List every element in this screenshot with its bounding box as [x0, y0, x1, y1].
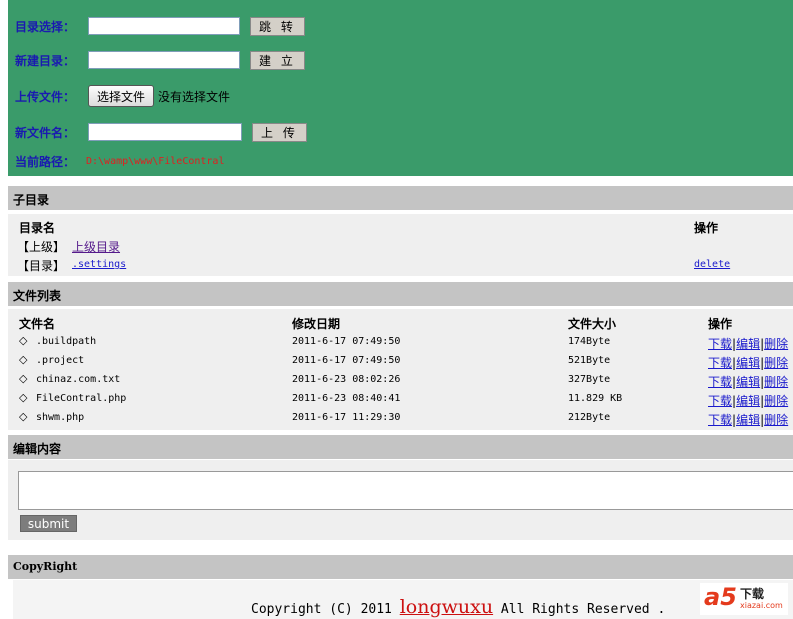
submit-button[interactable]: submit [20, 515, 77, 532]
subdir-header: 子目录 [8, 186, 793, 210]
file-list-header: 文件列表 [8, 282, 793, 306]
delete-file-link[interactable]: 删除 [764, 356, 788, 370]
upload-row: 上传文件： 选择文件 没有选择文件 [15, 85, 230, 107]
file-name: .project [36, 355, 85, 366]
site-logo: a5 下载 xiazai.com [700, 583, 788, 615]
file-bullet-icon: ◇ [19, 372, 28, 385]
dir-select-input[interactable] [88, 17, 240, 35]
new-dir-label: 新建目录： [15, 53, 76, 68]
subdir-heading: 子目录 [13, 193, 50, 207]
file-size: 212Byte [568, 412, 611, 423]
file-actions: 下载|编辑|删除 [708, 411, 788, 428]
copyright-heading: CopyRight [13, 560, 78, 573]
file-date: 2011-6-17 07:49:50 [292, 336, 401, 347]
edit-link[interactable]: 编辑 [736, 375, 760, 389]
file-actions: 下载|编辑|删除 [708, 354, 788, 371]
copyright-line: Copyright (C) 2011 longwuxu All Rights R… [251, 596, 665, 618]
new-filename-row: 新文件名： 上 传 [15, 121, 307, 143]
dir-select-row: 目录选择： 跳 转 [15, 15, 305, 37]
current-path-value: D:\wamp\www\FileContral [86, 155, 225, 167]
file-date: 2011-6-23 08:02:26 [292, 374, 401, 385]
edit-link[interactable]: 编辑 [736, 337, 760, 351]
parent-dir-link[interactable]: 上级目录 [72, 238, 120, 255]
subdir-tag: 【上级】 [17, 240, 66, 254]
no-file-text: 没有选择文件 [158, 89, 231, 104]
new-filename-input[interactable] [88, 123, 242, 141]
delete-file-link[interactable]: 删除 [764, 375, 788, 389]
editor-heading: 编辑内容 [13, 442, 62, 456]
download-link[interactable]: 下载 [708, 394, 732, 408]
download-link[interactable]: 下载 [708, 356, 732, 370]
file-actions: 下载|编辑|删除 [708, 392, 788, 409]
delete-dir-link[interactable]: delete [694, 259, 730, 270]
new-dir-row: 新建目录： 建 立 [15, 49, 305, 71]
subdir-tag: 【目录】 [17, 259, 66, 273]
delete-file-link[interactable]: 删除 [764, 394, 788, 408]
delete-file-link[interactable]: 删除 [764, 413, 788, 427]
new-dir-input[interactable] [88, 51, 240, 69]
delete-file-link[interactable]: 删除 [764, 337, 788, 351]
file-size: 11.829 KB [568, 393, 623, 404]
file-name: shwm.php [36, 412, 85, 423]
file-bullet-icon: ◇ [19, 353, 28, 366]
copyright-suffix: All Rights Reserved . [493, 602, 666, 617]
logo-text: 下载 [740, 587, 765, 601]
copyright-prefix: Copyright (C) 2011 [251, 602, 400, 617]
file-col-op: 操作 [708, 317, 733, 331]
copyright-header: CopyRight [8, 555, 793, 579]
file-col-size: 文件大小 [568, 317, 617, 331]
choose-file-button[interactable]: 选择文件 [88, 85, 155, 107]
file-list-panel [8, 309, 793, 430]
file-actions: 下载|编辑|删除 [708, 335, 788, 352]
file-list-heading: 文件列表 [13, 289, 62, 303]
create-dir-button[interactable]: 建 立 [250, 50, 305, 70]
file-bullet-icon: ◇ [19, 410, 28, 423]
dir-select-label: 目录选择： [15, 19, 76, 34]
logo-domain: xiazai.com [740, 601, 783, 610]
file-col-name: 文件名 [19, 317, 56, 331]
edit-content-textarea[interactable] [18, 471, 793, 510]
download-link[interactable]: 下载 [708, 375, 732, 389]
file-actions: 下载|编辑|删除 [708, 373, 788, 390]
download-link[interactable]: 下载 [708, 413, 732, 427]
upload-button[interactable]: 上 传 [252, 122, 307, 142]
file-size: 174Byte [568, 336, 611, 347]
file-bullet-icon: ◇ [19, 391, 28, 404]
edit-link[interactable]: 编辑 [736, 394, 760, 408]
file-date: 2011-6-17 07:49:50 [292, 355, 401, 366]
current-path-label: 当前路径： [15, 154, 76, 169]
edit-link[interactable]: 编辑 [736, 356, 760, 370]
download-link[interactable]: 下载 [708, 337, 732, 351]
file-name: .buildpath [36, 336, 97, 347]
file-name: FileContral.php [36, 393, 127, 404]
brand-link[interactable]: longwuxu [400, 596, 493, 618]
jump-button[interactable]: 跳 转 [250, 16, 305, 36]
subdir-col-name: 目录名 [19, 221, 56, 235]
upload-label: 上传文件： [15, 89, 76, 104]
file-date: 2011-6-23 08:40:41 [292, 393, 401, 404]
subdir-link[interactable]: .settings [72, 259, 126, 270]
editor-header: 编辑内容 [8, 435, 793, 459]
file-bullet-icon: ◇ [19, 334, 28, 347]
file-name: chinaz.com.txt [36, 374, 121, 385]
file-size: 521Byte [568, 355, 611, 366]
subdir-col-op: 操作 [694, 221, 719, 235]
current-path-row: 当前路径： D:\wamp\www\FileContral [15, 150, 224, 172]
file-col-date: 修改日期 [292, 317, 341, 331]
file-size: 327Byte [568, 374, 611, 385]
file-date: 2011-6-17 11:29:30 [292, 412, 401, 423]
logo-mark: a5 [704, 583, 737, 611]
new-filename-label: 新文件名： [15, 125, 76, 140]
edit-link[interactable]: 编辑 [736, 413, 760, 427]
